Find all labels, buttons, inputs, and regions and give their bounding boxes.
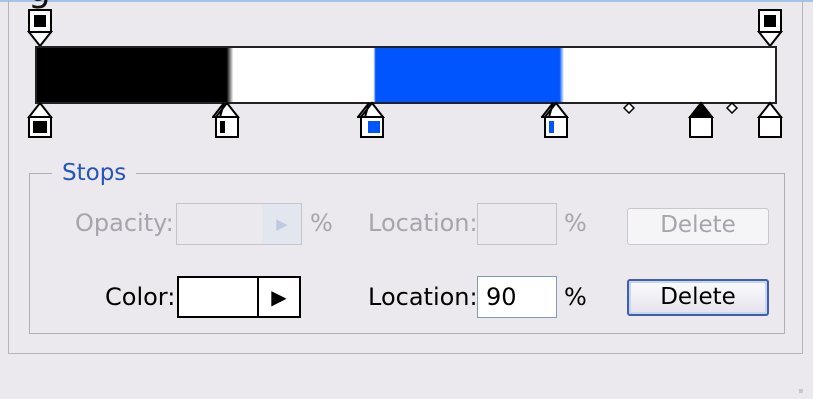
opacity-delete-button[interactable]: Delete bbox=[627, 208, 769, 245]
opacity-slider-arrow-icon[interactable]: ▶ bbox=[263, 204, 301, 244]
color-stop-blue[interactable] bbox=[357, 101, 387, 139]
color-picker-arrow-icon[interactable]: ▶ bbox=[257, 278, 299, 316]
color-location-label: Location: bbox=[368, 283, 478, 311]
opacity-location-input[interactable] bbox=[478, 204, 556, 244]
color-stop-black[interactable] bbox=[25, 101, 55, 139]
opacity-stop-end[interactable] bbox=[757, 8, 783, 48]
color-location-field[interactable] bbox=[477, 276, 557, 318]
color-delete-button[interactable]: Delete bbox=[627, 279, 769, 316]
opacity-field[interactable]: ▶ bbox=[176, 203, 302, 245]
color-location-percent-label: % bbox=[564, 283, 587, 311]
opacity-percent-label: % bbox=[310, 209, 333, 237]
gradient-editor: g bbox=[0, 0, 813, 399]
color-location-input[interactable] bbox=[478, 277, 556, 317]
opacity-location-field[interactable] bbox=[477, 203, 557, 245]
midpoint-diamond-icon[interactable] bbox=[726, 102, 738, 114]
opacity-location-percent-label: % bbox=[564, 209, 587, 237]
color-stop-selected[interactable] bbox=[686, 101, 716, 139]
color-swatch[interactable]: ▶ bbox=[177, 276, 301, 318]
opacity-label: Opacity: bbox=[75, 209, 174, 237]
color-stop-blue-end[interactable] bbox=[541, 101, 571, 139]
gradient-preview-bar[interactable] bbox=[35, 46, 777, 104]
color-stop-black-end[interactable] bbox=[212, 101, 242, 139]
opacity-location-label: Location: bbox=[368, 209, 478, 237]
opacity-stop-start[interactable] bbox=[27, 8, 53, 48]
stops-legend: Stops bbox=[52, 158, 137, 188]
midpoint-diamond-icon[interactable] bbox=[623, 102, 635, 114]
color-stop-end[interactable] bbox=[755, 101, 785, 139]
resize-grip-icon[interactable] bbox=[799, 389, 803, 393]
color-label: Color: bbox=[105, 283, 176, 311]
